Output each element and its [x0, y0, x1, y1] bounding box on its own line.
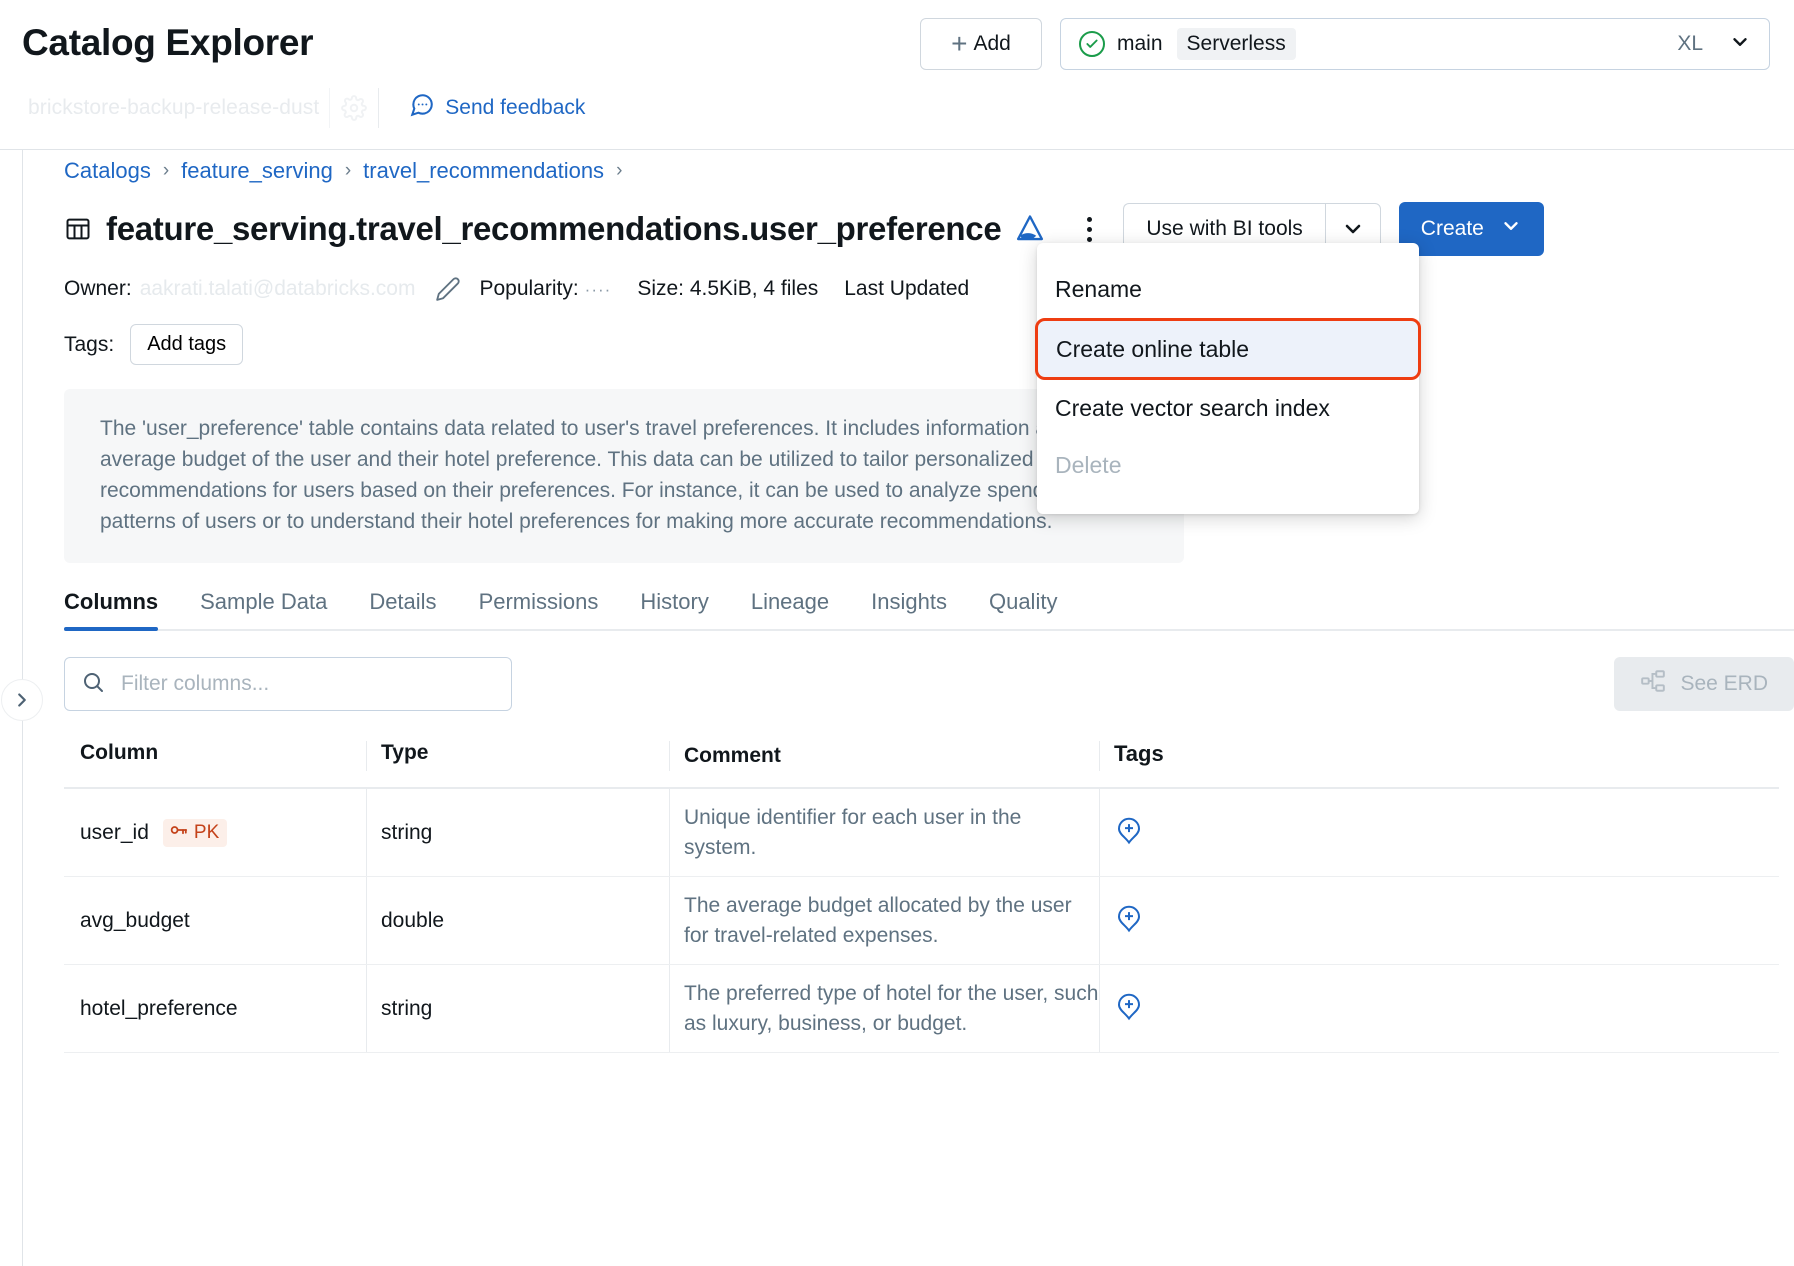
workspace-selector[interactable]: brickstore-backup-release-dust Send feed…: [22, 88, 585, 128]
add-tags-button[interactable]: Add tags: [130, 324, 244, 365]
tab-details[interactable]: Details: [369, 589, 436, 629]
breadcrumb: Catalogs › feature_serving › travel_reco…: [64, 150, 1794, 184]
owner-value: aakrati.talati@databricks.com: [139, 277, 416, 300]
sidebar-expand-toggle[interactable]: [1, 679, 43, 721]
context-menu[interactable]: Rename Create online table Create vector…: [1035, 243, 1421, 514]
tab-permissions[interactable]: Permissions: [479, 589, 599, 629]
filter-columns-box[interactable]: [64, 657, 512, 712]
table-row[interactable]: avg_budget double The average budget all…: [64, 877, 1779, 966]
table-header-row: Column Type Comment Tags: [64, 741, 1779, 790]
table-row[interactable]: user_id PK string Unique identifier for …: [64, 789, 1779, 878]
cluster-size-label: XL: [1677, 32, 1703, 55]
breadcrumb-item-feature-serving[interactable]: feature_serving: [181, 158, 333, 184]
pk-badge-label: PK: [193, 821, 220, 843]
table-description: The 'user_preference' table contains dat…: [64, 389, 1184, 564]
cell-column-name: user_id PK: [64, 818, 366, 847]
cell-column-name: avg_budget: [64, 909, 366, 933]
column-name-text: avg_budget: [80, 908, 190, 932]
create-button[interactable]: Create: [1398, 202, 1544, 256]
breadcrumb-separator: ›: [616, 160, 623, 181]
tab-insights[interactable]: Insights: [871, 589, 947, 629]
see-erd-label: See ERD: [1680, 672, 1768, 696]
comment-icon: [409, 92, 435, 124]
send-feedback-link[interactable]: Send feedback: [409, 92, 585, 124]
menu-item-delete: Delete: [1055, 452, 1122, 478]
header-column: Column: [80, 741, 159, 765]
breadcrumb-item-catalogs[interactable]: Catalogs: [64, 158, 151, 184]
popularity-label-text: Popularity:: [479, 277, 579, 300]
workspace-name: brickstore-backup-release-dust: [28, 96, 320, 119]
top-bar: Catalog Explorer brickstore-backup-relea…: [0, 0, 1794, 150]
send-feedback-label: Send feedback: [445, 96, 586, 119]
cell-comment: The preferred type of hotel for the user…: [669, 965, 1099, 1053]
column-name-text: user_id: [80, 820, 149, 844]
tab-sample-data[interactable]: Sample Data: [200, 589, 327, 629]
add-button[interactable]: + Add: [920, 18, 1042, 70]
cell-tags[interactable]: [1099, 965, 1399, 1053]
filter-row: See ERD: [64, 657, 1794, 712]
last-updated-label: Last Updated: [844, 277, 970, 300]
breadcrumb-item-travel-recommendations[interactable]: travel_recommendations: [363, 158, 604, 184]
popularity-value: ····: [584, 280, 612, 299]
erd-diagram-icon: [1640, 668, 1666, 700]
columns-table: Column Type Comment Tags user_id PK stri…: [64, 741, 1779, 1054]
menu-item-create-vector-search-index[interactable]: Create vector search index: [1037, 380, 1419, 437]
see-erd-button[interactable]: See ERD: [1614, 657, 1794, 712]
check-circle-icon: [1079, 31, 1105, 57]
cell-tags[interactable]: [1099, 877, 1399, 965]
cell-type: string: [366, 789, 669, 877]
add-tag-icon[interactable]: [1114, 815, 1144, 850]
status-badge: PK: [162, 818, 228, 847]
cell-type: string: [366, 965, 669, 1053]
search-input[interactable]: [119, 671, 495, 698]
chevron-down-icon[interactable]: [1729, 31, 1751, 58]
tags-label: Tags:: [64, 332, 115, 356]
cell-comment: Unique identifier for each user in the s…: [669, 789, 1099, 877]
add-button-label: Add: [973, 32, 1011, 55]
add-tag-icon[interactable]: [1114, 991, 1144, 1026]
tab-columns[interactable]: Columns: [64, 589, 159, 632]
create-button-label: Create: [1420, 217, 1484, 240]
cell-comment: The average budget allocated by the user…: [669, 877, 1099, 965]
object-title-row: feature_serving.travel_recommendations.u…: [64, 198, 1794, 260]
breadcrumb-separator: ›: [344, 160, 352, 181]
metadata-row: Owner: aakrati.talati@databricks.com Pop…: [64, 276, 1794, 302]
tab-history[interactable]: History: [640, 589, 708, 629]
cell-column-name: hotel_preference: [64, 997, 366, 1021]
pencil-icon[interactable]: [435, 276, 461, 302]
cluster-name: main: [1117, 32, 1163, 55]
cell-tags[interactable]: [1099, 789, 1399, 877]
tab-quality[interactable]: Quality: [989, 589, 1057, 629]
create-chevron-down-icon: [1500, 215, 1522, 243]
table-row[interactable]: hotel_preference string The preferred ty…: [64, 965, 1779, 1054]
owner-label: Owner:: [64, 277, 132, 300]
popularity-label: Popularity: ····: [479, 277, 611, 301]
header-comment: Comment: [669, 741, 1099, 772]
breadcrumb-separator: ›: [162, 160, 170, 181]
tab-bar: Columns Sample Data Details Permissions …: [64, 589, 1794, 632]
compute-selector[interactable]: main Serverless XL: [1060, 18, 1770, 70]
menu-item-create-online-table[interactable]: Create online table: [1035, 318, 1421, 380]
cell-type: double: [366, 877, 669, 965]
menu-item-rename[interactable]: Rename: [1037, 261, 1419, 318]
table-icon: [64, 215, 92, 243]
header-type: Type: [366, 741, 669, 772]
tags-row: Tags: Add tags: [64, 324, 1794, 365]
size-label: Size: 4.5KiB, 4 files: [637, 277, 819, 300]
page-title: Catalog Explorer: [22, 22, 314, 63]
search-icon: [81, 670, 105, 699]
tab-lineage[interactable]: Lineage: [751, 589, 829, 629]
header-tags: Tags: [1099, 741, 1399, 772]
key-icon: [169, 822, 189, 844]
column-name-text: hotel_preference: [80, 996, 238, 1020]
cluster-type-badge: Serverless: [1176, 28, 1296, 60]
object-title: feature_serving.travel_recommendations.u…: [106, 210, 1002, 247]
plus-icon: +: [951, 28, 968, 59]
main-content: Catalogs › feature_serving › travel_reco…: [64, 150, 1794, 1266]
gear-icon[interactable]: [329, 88, 380, 128]
add-tag-icon[interactable]: [1114, 903, 1144, 938]
delta-lake-icon: [1015, 214, 1045, 244]
